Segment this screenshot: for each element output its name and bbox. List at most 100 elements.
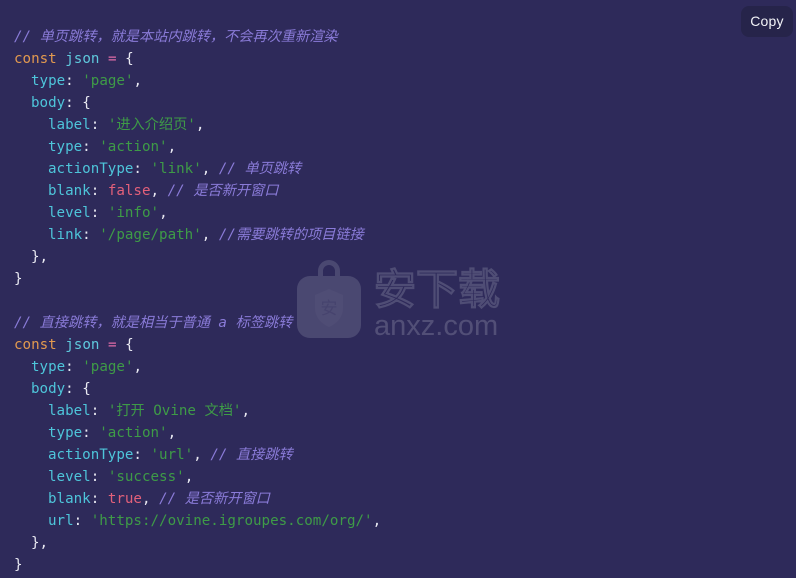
code-token-punc: ,	[193, 447, 211, 464]
code-token-punc: :	[133, 447, 151, 464]
code-token-punc: :	[65, 73, 83, 90]
code-token-str: 'page'	[82, 73, 134, 90]
code-line: const json = {	[0, 334, 796, 356]
code-token-str: 'link'	[150, 161, 202, 178]
code-token-punc: ,	[150, 183, 168, 200]
code-token-key: level	[48, 205, 91, 222]
code-token-str: 'success'	[107, 469, 185, 486]
code-token-key: body	[31, 95, 66, 112]
code-token-punc: },	[31, 535, 49, 552]
code-token-punc: ,	[141, 491, 160, 508]
code-token-str: 'action'	[99, 425, 168, 442]
code-line: type: 'page',	[0, 356, 796, 378]
code-token-key: type	[48, 425, 83, 442]
code-token-key: actionType	[48, 161, 134, 178]
code-token-punc	[99, 51, 108, 67]
code-token-punc: :	[133, 161, 151, 178]
code-token-punc	[57, 337, 66, 353]
code-token-punc: ,	[167, 139, 177, 156]
code-token-punc: : {	[65, 95, 91, 112]
code-token-punc	[99, 337, 108, 353]
code-token-bool: true	[107, 491, 142, 508]
code-token-key: label	[48, 403, 91, 420]
code-token-key: type	[31, 359, 66, 376]
code-line: actionType: 'link', // 单页跳转	[0, 158, 796, 180]
code-token-punc: ,	[201, 227, 219, 244]
code-token-str: 'url'	[150, 447, 194, 464]
code-line: blank: false, // 是否新开窗口	[0, 180, 796, 202]
copy-button[interactable]: Copy	[741, 6, 793, 37]
code-token-punc: },	[31, 249, 49, 266]
code-token-kw: const	[14, 337, 57, 354]
code-line: url: 'https://ovine.igroupes.com/org/',	[0, 510, 796, 532]
code-line: level: 'info',	[0, 202, 796, 224]
code-line: },	[0, 532, 796, 554]
code-line: body: {	[0, 92, 796, 114]
code-token-str: '进入介绍页'	[107, 117, 196, 134]
code-token-punc: {	[116, 337, 134, 354]
code-token-key: type	[31, 73, 66, 90]
code-token-comment: // 是否新开窗口	[159, 491, 270, 508]
code-token-punc: :	[82, 227, 100, 244]
code-token-key: actionType	[48, 447, 134, 464]
code-token-punc: :	[65, 359, 83, 376]
code-token-key: link	[48, 227, 83, 244]
code-token-punc: :	[90, 117, 108, 134]
code-token-punc: ,	[201, 161, 219, 178]
code-line: // 单页跳转，就是本站内跳转，不会再次重新渲染	[0, 26, 796, 48]
code-token-punc: }	[14, 271, 23, 288]
code-line: actionType: 'url', // 直接跳转	[0, 444, 796, 466]
code-line: link: '/page/path', //需要跳转的项目链接	[0, 224, 796, 246]
code-token-punc: :	[90, 403, 108, 420]
code-line: type: 'action',	[0, 422, 796, 444]
code-token-key: body	[31, 381, 66, 398]
code-token-punc: ,	[133, 73, 143, 90]
code-token-punc: :	[90, 205, 108, 222]
code-token-comment: // 直接跳转	[210, 447, 293, 464]
code-token-comment: // 直接跳转，就是相当于普通 a 标签跳转	[14, 315, 293, 332]
code-token-punc: :	[90, 183, 108, 200]
code-line: const json = {	[0, 48, 796, 70]
code-line: type: 'page',	[0, 70, 796, 92]
code-token-op: =	[107, 337, 117, 354]
code-token-key: blank	[48, 491, 91, 508]
code-token-op: =	[107, 51, 117, 68]
code-line: }	[0, 554, 796, 576]
code-token-punc: ,	[184, 469, 194, 486]
code-token-punc: :	[90, 491, 108, 508]
code-token-kw: const	[14, 51, 57, 68]
code-token-punc: }	[14, 557, 23, 574]
code-token-key: label	[48, 117, 91, 134]
code-line: // 直接跳转，就是相当于普通 a 标签跳转	[0, 312, 796, 334]
code-token-punc: ,	[167, 425, 177, 442]
code-token-punc: ,	[159, 205, 168, 222]
code-token-str: '/page/path'	[99, 227, 202, 244]
code-line: label: '进入介绍页',	[0, 114, 796, 136]
code-token-key: url	[48, 513, 74, 530]
code-token-key: blank	[48, 183, 91, 200]
code-token-str: '打开 Ovine 文档'	[107, 403, 242, 420]
code-token-punc: ,	[241, 403, 250, 420]
code-token-punc	[57, 51, 66, 67]
code-token-punc: :	[82, 425, 100, 442]
code-token-punc: ,	[372, 513, 382, 530]
code-token-punc: {	[116, 51, 134, 68]
code-token-punc: :	[82, 139, 100, 156]
code-token-str: 'action'	[99, 139, 168, 156]
code-token-str: 'https://ovine.igroupes.com/org/'	[90, 513, 373, 530]
code-block-viewer: 安 安下载 anxz.com Copy // 单页跳转，就是本站内跳转，不会再次…	[0, 0, 796, 578]
code-line: },	[0, 246, 796, 268]
code-token-punc: :	[73, 513, 91, 530]
code-line: blank: true, // 是否新开窗口	[0, 488, 796, 510]
code-token-bool: false	[107, 183, 151, 200]
code-token-str: 'info'	[107, 205, 160, 222]
code-token-comment: // 是否新开窗口	[167, 183, 279, 200]
code-token-var: json	[65, 337, 100, 354]
code-token-punc: ,	[133, 359, 143, 376]
code-line: type: 'action',	[0, 136, 796, 158]
code-token-key: level	[48, 469, 91, 486]
code-line: level: 'success',	[0, 466, 796, 488]
code-content[interactable]: // 单页跳转，就是本站内跳转，不会再次重新渲染 const json = {ty…	[0, 14, 796, 576]
code-line: }	[0, 268, 796, 290]
